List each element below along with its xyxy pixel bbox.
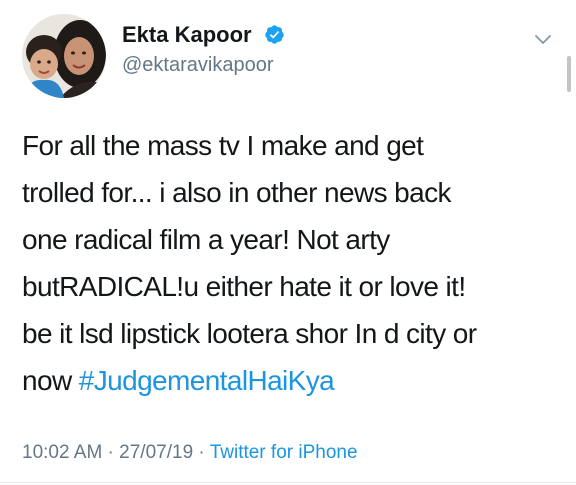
tweet-text: For all the mass tv I make and get troll… bbox=[22, 122, 562, 404]
divider bbox=[0, 482, 576, 483]
author-name[interactable]: Ekta Kapoor bbox=[122, 22, 285, 48]
avatar-photo-icon bbox=[22, 14, 106, 98]
hashtag-link[interactable]: #JudgementalHaiKya bbox=[79, 365, 335, 396]
tweet-meta: 10:02 AM · 27/07/19 · Twitter for iPhone bbox=[22, 441, 358, 465]
tweet-line: For all the mass tv I make and get bbox=[22, 130, 424, 161]
tweet-card: Ekta Kapoor @ektaravikapoor For all the … bbox=[0, 0, 576, 485]
tweet-line: trolled for... i also in other news back bbox=[22, 177, 452, 208]
tweet-line: one radical film a year! Not arty bbox=[22, 224, 390, 255]
tweet-line-last: now #JudgementalHaiKya bbox=[22, 357, 562, 404]
tweet-line: be it lsd lipstick lootera shor In d cit… bbox=[22, 318, 477, 349]
verified-badge-icon bbox=[265, 25, 284, 44]
meta-separator: · bbox=[102, 442, 120, 463]
author-handle[interactable]: @ektaravikapoor bbox=[122, 53, 273, 77]
scrollbar[interactable] bbox=[567, 56, 571, 92]
author-name-text: Ekta Kapoor bbox=[122, 22, 252, 47]
chevron-down-icon[interactable] bbox=[532, 28, 554, 50]
tweet-date[interactable]: 27/07/19 bbox=[119, 442, 193, 463]
tweet-line-text: now bbox=[22, 365, 79, 396]
tweet-time[interactable]: 10:02 AM bbox=[22, 442, 102, 463]
tweet-source-link[interactable]: Twitter for iPhone bbox=[210, 442, 358, 463]
profile-avatar[interactable] bbox=[22, 14, 106, 98]
tweet-line: butRADICAL!u either hate it or love it! bbox=[22, 271, 466, 302]
meta-separator: · bbox=[193, 442, 210, 463]
